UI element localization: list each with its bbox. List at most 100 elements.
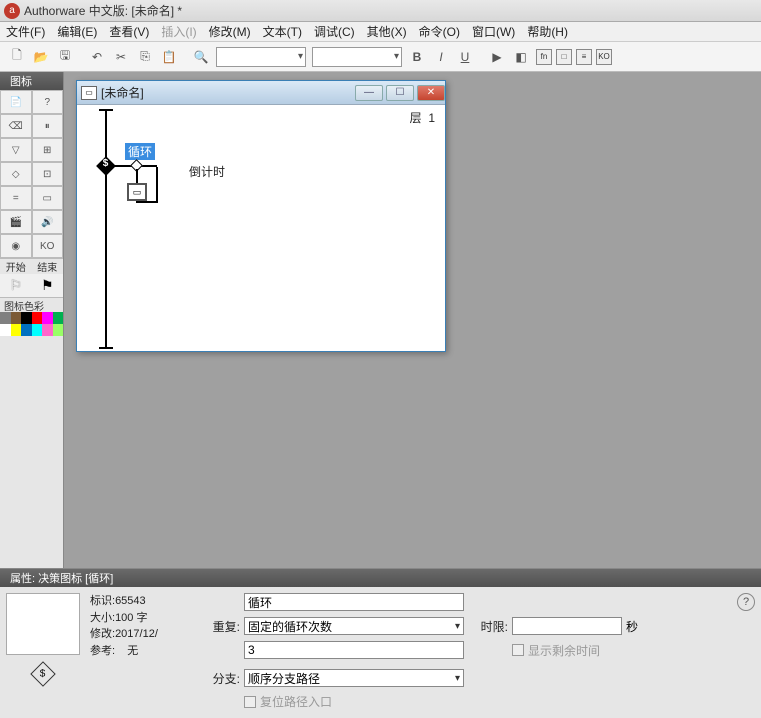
branch-label: 分支:: [196, 670, 240, 687]
func-icon[interactable]: fn: [536, 49, 552, 65]
menu-file[interactable]: 文件(F): [6, 23, 45, 40]
color-swatch[interactable]: [11, 324, 22, 336]
start-flag-label: 开始: [6, 259, 26, 274]
end-flag-label: 结束: [37, 259, 57, 274]
var-icon[interactable]: □: [556, 49, 572, 65]
color-swatch[interactable]: [21, 324, 32, 336]
map-child-label[interactable]: 倒计时: [189, 163, 225, 180]
preview-decision-icon[interactable]: $: [30, 661, 55, 686]
start-flag-icon[interactable]: ⚐: [9, 277, 22, 294]
preview-column: $: [6, 593, 80, 712]
italic-button[interactable]: I: [430, 46, 452, 68]
motion-icon[interactable]: ?: [32, 90, 64, 114]
repeat-label: 重复:: [196, 618, 240, 635]
flowline-window-title: [未命名]: [101, 84, 352, 101]
framework-icon[interactable]: ⊞: [32, 138, 64, 162]
map-child-icon[interactable]: ▭: [127, 183, 147, 201]
decision-node-label[interactable]: 循环: [125, 143, 155, 160]
font-combo[interactable]: [216, 47, 306, 67]
timelimit-label: 时限:: [468, 618, 508, 635]
minimize-button[interactable]: —: [355, 85, 383, 101]
help-icon[interactable]: ?: [737, 593, 755, 611]
properties-title: 属性: 决策图标 [循环]: [0, 569, 761, 587]
menu-debug[interactable]: 调试(C): [314, 23, 355, 40]
ko-icon[interactable]: KO: [596, 49, 612, 65]
maximize-button[interactable]: ☐: [386, 85, 414, 101]
checkbox-icon: [512, 644, 524, 656]
icon-palette: 图标 📄 ? ⌫ ⏸ ▽ ⊞ ◇ ⊡ = ▭ 🎬 🔊 ◉ KO 开始 结束 ⚐ …: [0, 72, 64, 568]
interaction-icon[interactable]: ⊡: [32, 162, 64, 186]
color-palette: [0, 312, 63, 336]
flowline-window[interactable]: ▭ [未命名] — ☐ ✕ 层 1 循环 ▭ 倒计时: [76, 80, 446, 352]
color-swatch[interactable]: [32, 324, 43, 336]
underline-button[interactable]: U: [454, 46, 476, 68]
branch-select[interactable]: 顺序分支路径: [244, 669, 464, 687]
icon-name-input[interactable]: [244, 593, 464, 611]
menu-command[interactable]: 命令(O): [419, 23, 460, 40]
show-remaining-checkbox[interactable]: 显示剩余时间: [512, 642, 648, 659]
color-swatch[interactable]: [53, 324, 64, 336]
properties-panel: 属性: 决策图标 [循环] $ 标识:65543 大小:100 字 修改:201…: [0, 568, 761, 718]
menu-view[interactable]: 查看(V): [109, 23, 149, 40]
open-icon[interactable]: 📂: [30, 46, 52, 68]
decision-icon[interactable]: ◇: [0, 162, 32, 186]
color-palette-title: 图标色彩: [0, 298, 63, 312]
color-swatch[interactable]: [53, 312, 64, 324]
cut-icon[interactable]: ✂: [110, 46, 132, 68]
find-icon[interactable]: 🔍: [190, 46, 212, 68]
design-canvas: ▭ [未命名] — ☐ ✕ 层 1 循环 ▭ 倒计时: [64, 72, 761, 568]
workspace: 图标 📄 ? ⌫ ⏸ ▽ ⊞ ◇ ⊡ = ▭ 🎬 🔊 ◉ KO 开始 结束 ⚐ …: [0, 72, 761, 568]
preview-box: [6, 593, 80, 655]
main-flowline[interactable]: [105, 109, 107, 349]
color-swatch[interactable]: [11, 312, 22, 324]
color-swatch[interactable]: [32, 312, 43, 324]
lib-icon[interactable]: ≡: [576, 49, 592, 65]
repeat-select[interactable]: 固定的循环次数: [244, 617, 464, 635]
knowledge-icon[interactable]: KO: [32, 234, 64, 258]
menu-help[interactable]: 帮助(H): [527, 23, 568, 40]
menu-text[interactable]: 文本(T): [263, 23, 302, 40]
color-swatch[interactable]: [21, 312, 32, 324]
branch-return-line: [156, 167, 158, 201]
display-icon[interactable]: 📄: [0, 90, 32, 114]
navigate-icon[interactable]: ▽: [0, 138, 32, 162]
layer-label: 层 1: [410, 109, 435, 126]
map-icon: ▭: [81, 86, 97, 100]
end-flag-icon[interactable]: ⚑: [41, 277, 54, 294]
color-swatch[interactable]: [0, 312, 11, 324]
flowline-body[interactable]: 层 1 循环 ▭ 倒计时: [77, 105, 445, 351]
color-swatch[interactable]: [0, 324, 11, 336]
size-combo[interactable]: [312, 47, 402, 67]
menu-edit[interactable]: 编辑(E): [57, 23, 97, 40]
new-icon[interactable]: 🗋: [6, 46, 28, 68]
calc-icon[interactable]: =: [0, 186, 32, 210]
sound-icon[interactable]: 🔊: [32, 210, 64, 234]
flowline-titlebar[interactable]: ▭ [未命名] — ☐ ✕: [77, 81, 445, 105]
wait-icon-tool[interactable]: ⏸: [32, 114, 64, 138]
run-icon[interactable]: ▶: [486, 46, 508, 68]
save-icon[interactable]: 🖫: [54, 46, 76, 68]
menu-insert[interactable]: 插入(I): [161, 23, 196, 40]
copy-icon[interactable]: ⎘: [134, 46, 156, 68]
bold-button[interactable]: B: [406, 46, 428, 68]
control-panel-icon[interactable]: ◧: [510, 46, 532, 68]
menu-window[interactable]: 窗口(W): [472, 23, 515, 40]
close-button[interactable]: ✕: [417, 85, 445, 101]
reset-path-checkbox[interactable]: 复位路径入口: [244, 693, 332, 710]
color-swatch[interactable]: [42, 324, 53, 336]
seconds-label: 秒: [626, 618, 638, 635]
metadata-column: 标识:65543 大小:100 字 修改:2017/12/ 参考: 无: [90, 593, 186, 712]
color-swatch[interactable]: [42, 312, 53, 324]
erase-icon[interactable]: ⌫: [0, 114, 32, 138]
timelimit-input[interactable]: [512, 617, 622, 635]
dvd-icon[interactable]: ◉: [0, 234, 32, 258]
main-toolbar: 🗋 📂 🖫 ↶ ✂ ⎘ 📋 🔍 B I U ▶ ◧ fn □ ≡ KO: [0, 42, 761, 72]
menu-other[interactable]: 其他(X): [367, 23, 407, 40]
digital-movie-icon[interactable]: 🎬: [0, 210, 32, 234]
undo-icon[interactable]: ↶: [86, 46, 108, 68]
repeat-count-input[interactable]: [244, 641, 464, 659]
paste-icon[interactable]: 📋: [158, 46, 180, 68]
map-icon-tool[interactable]: ▭: [32, 186, 64, 210]
menubar: 文件(F) 编辑(E) 查看(V) 插入(I) 修改(M) 文本(T) 调试(C…: [0, 22, 761, 42]
menu-modify[interactable]: 修改(M): [209, 23, 251, 40]
